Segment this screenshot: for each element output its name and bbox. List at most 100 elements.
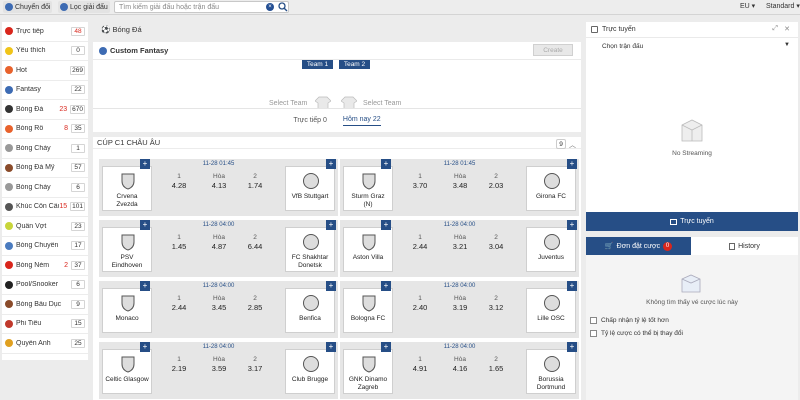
match-card[interactable]: 11-28 04:00 PSV Eindhoven FC Shakhtar Done…: [99, 220, 338, 277]
odds-away[interactable]: 1.65: [485, 364, 507, 373]
team1-tab[interactable]: Team 1: [302, 60, 333, 69]
add-home-button[interactable]: +: [381, 281, 391, 291]
checkbox[interactable]: [590, 317, 597, 324]
odds-home[interactable]: 2.19: [168, 364, 190, 373]
sidebar-item[interactable]: Fantasy 22: [2, 81, 88, 100]
odds-home[interactable]: 2.44: [409, 242, 431, 251]
odds-away[interactable]: 2.85: [244, 303, 266, 312]
match-card[interactable]: 11-28 04:00 Monaco Benfica + +1 Hòa 2 2.44 3.45 2…: [99, 281, 338, 338]
odds-home[interactable]: 4.91: [409, 364, 431, 373]
odds-home[interactable]: 3.70: [409, 181, 431, 190]
odds-draw[interactable]: 4.87: [208, 242, 230, 251]
odds-away[interactable]: 3.17: [244, 364, 266, 373]
convert-button[interactable]: Chuyển đổi: [3, 1, 53, 13]
home-team[interactable]: Bologna FC: [343, 288, 393, 333]
away-team[interactable]: FC Shakhtar Donetsk: [285, 227, 335, 272]
match-card[interactable]: 11-28 04:00 Aston Villa Juventus + +1 Hòa 2 2.4…: [340, 220, 579, 277]
add-home-button[interactable]: +: [140, 342, 150, 352]
sidebar-item[interactable]: Bóng Chuyền 17: [2, 237, 88, 256]
home-team[interactable]: Crvena Zvezda: [102, 166, 152, 211]
match-card[interactable]: 11-28 04:00 Bologna FC Lille OSC + +1 Hòa 2 2.4…: [340, 281, 579, 338]
chevron-up-icon[interactable]: ︿: [569, 140, 576, 150]
region-select[interactable]: EU ▾: [740, 2, 755, 10]
odds-draw[interactable]: 3.19: [449, 303, 471, 312]
odds-may-change-checkbox[interactable]: Tỷ lệ cược có thể bị thay đổi: [590, 330, 683, 337]
sidebar-item[interactable]: Quyền Anh 25: [2, 334, 88, 354]
sidebar-item[interactable]: Bóng Đá Mỹ 57: [2, 159, 88, 178]
odds-mode-select[interactable]: Standard ▾: [766, 2, 800, 10]
sidebar-item[interactable]: Bóng Chày 1: [2, 139, 88, 159]
odds-away[interactable]: 6.44: [244, 242, 266, 251]
team2-tab[interactable]: Team 2: [339, 60, 370, 69]
live-button[interactable]: Trực tuyến: [586, 212, 798, 231]
away-team[interactable]: VfB Stuttgart: [285, 166, 335, 211]
sidebar-item[interactable]: Bóng Bầu Dục 9: [2, 295, 88, 315]
match-card[interactable]: 11-28 01:45 Sturm Graz (N) Girona FC + +1 Hòa…: [340, 159, 579, 216]
sidebar-item[interactable]: Bóng Ném 2 37: [2, 256, 88, 276]
home-team[interactable]: Sturm Graz (N): [343, 166, 393, 211]
odds-draw[interactable]: 4.16: [449, 364, 471, 373]
odds-home[interactable]: 1.45: [168, 242, 190, 251]
add-home-button[interactable]: +: [140, 281, 150, 291]
odds-home[interactable]: 2.40: [409, 303, 431, 312]
match-card[interactable]: 11-28 04:00 Celtic Glasgow Club Brugge + +1 H…: [99, 342, 338, 399]
home-team[interactable]: Monaco: [102, 288, 152, 333]
search-icon[interactable]: [278, 2, 288, 12]
add-home-button[interactable]: +: [381, 159, 391, 169]
search-input[interactable]: Tìm kiếm giải đấu hoặc trận đấu: [114, 1, 289, 13]
add-home-button[interactable]: +: [140, 159, 150, 169]
add-away-button[interactable]: +: [326, 159, 336, 169]
sidebar-item[interactable]: Bóng Rổ 8 35: [2, 120, 88, 139]
accept-better-odds-checkbox[interactable]: Chấp nhận tỷ lệ tốt hơn: [590, 317, 669, 324]
odds-away[interactable]: 2.03: [485, 181, 507, 190]
sidebar-item[interactable]: Trực tiếp 48: [2, 22, 88, 42]
add-away-button[interactable]: +: [326, 281, 336, 291]
tab-bet-slip[interactable]: 🛒 Đơn đặt cược 0: [586, 237, 691, 255]
match-card[interactable]: 11-28 01:45 Crvena Zvezda VfB Stuttgart + +1…: [99, 159, 338, 216]
add-home-button[interactable]: +: [381, 220, 391, 230]
add-home-button[interactable]: +: [140, 220, 150, 230]
away-team[interactable]: Benfica: [285, 288, 335, 333]
match-select[interactable]: Chọn trận đấu ▼: [586, 39, 798, 53]
add-home-button[interactable]: +: [381, 342, 391, 352]
add-away-button[interactable]: +: [567, 159, 577, 169]
expand-icon[interactable]: ⤢: [772, 25, 778, 33]
sidebar-item[interactable]: Bóng Đá 23 670: [2, 100, 88, 120]
odds-away[interactable]: 3.12: [485, 303, 507, 312]
odds-draw[interactable]: 3.21: [449, 242, 471, 251]
home-team[interactable]: GNK Dinamo Zagreb: [343, 349, 393, 394]
filter-league-button[interactable]: Lọc giải đấu: [58, 1, 110, 13]
add-away-button[interactable]: +: [567, 220, 577, 230]
away-team[interactable]: Borussia Dortmund: [526, 349, 576, 394]
odds-away[interactable]: 3.04: [485, 242, 507, 251]
tab-history[interactable]: History: [691, 237, 798, 255]
sidebar-item[interactable]: Quần Vợt 23: [2, 217, 88, 237]
sidebar-item[interactable]: Pool/Snooker 6: [2, 276, 88, 295]
odds-away[interactable]: 1.74: [244, 181, 266, 190]
add-away-button[interactable]: +: [567, 281, 577, 291]
sidebar-item[interactable]: Hot 269: [2, 61, 88, 81]
tab-today[interactable]: Hôm nay 22: [342, 116, 381, 126]
select-team-2[interactable]: Select Team: [363, 100, 401, 107]
tab-live[interactable]: Trực tiếp 0: [293, 117, 327, 124]
sidebar-item[interactable]: Yêu thích 0: [2, 42, 88, 61]
odds-draw[interactable]: 3.48: [449, 181, 471, 190]
sidebar-item[interactable]: Bóng Chày 6: [2, 178, 88, 198]
close-icon[interactable]: ✕: [784, 25, 790, 33]
league-header[interactable]: CÚP C1 CHÂU ÂU: [93, 137, 581, 149]
away-team[interactable]: Lille OSC: [526, 288, 576, 333]
home-team[interactable]: Celtic Glasgow: [102, 349, 152, 394]
add-away-button[interactable]: +: [326, 220, 336, 230]
checkbox[interactable]: [590, 330, 597, 337]
odds-home[interactable]: 2.44: [168, 303, 190, 312]
odds-draw[interactable]: 4.13: [208, 181, 230, 190]
clear-search-icon[interactable]: ×: [266, 3, 274, 11]
away-team[interactable]: Juventus: [526, 227, 576, 272]
away-team[interactable]: Girona FC: [526, 166, 576, 211]
select-team-1[interactable]: Select Team: [269, 100, 307, 107]
odds-draw[interactable]: 3.45: [208, 303, 230, 312]
create-button[interactable]: Create: [533, 44, 573, 56]
home-team[interactable]: PSV Eindhoven: [102, 227, 152, 272]
sidebar-item[interactable]: Khúc Côn Cầu 15 101: [2, 198, 88, 217]
home-team[interactable]: Aston Villa: [343, 227, 393, 272]
